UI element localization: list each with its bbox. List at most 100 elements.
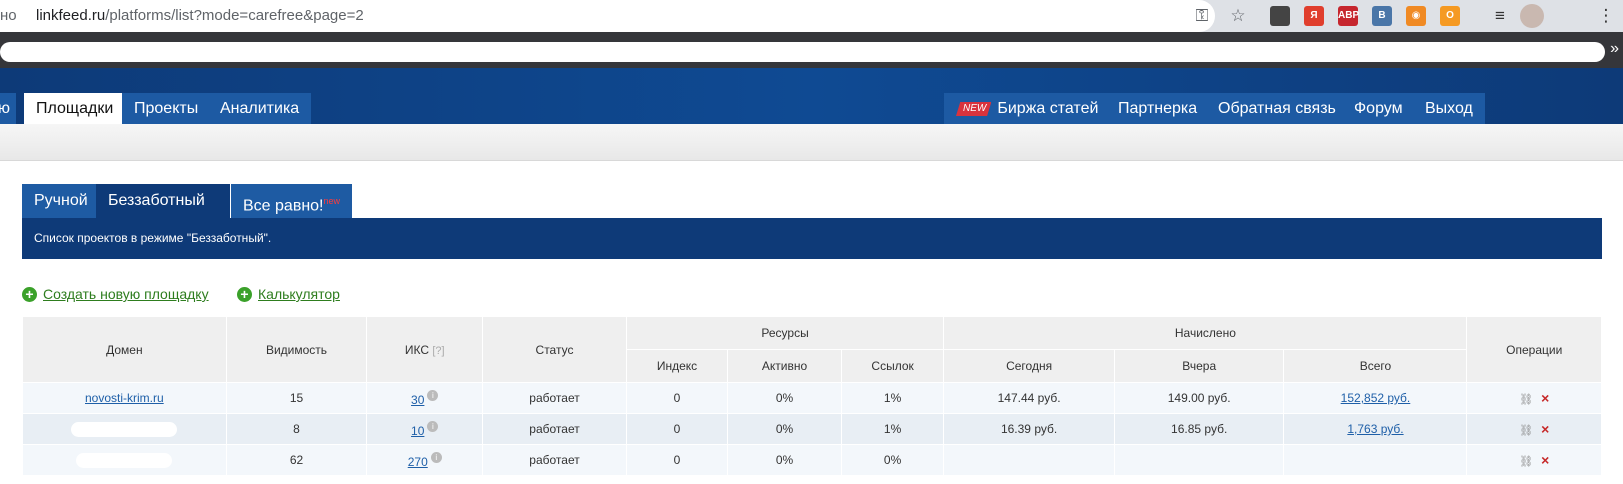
cell-links: 1% — [840, 413, 945, 445]
header-index: Индекс — [625, 349, 729, 383]
cell-today — [943, 444, 1115, 476]
cell-visibility: 62 — [225, 444, 368, 476]
odnoklassniki-icon[interactable]: О — [1440, 6, 1460, 26]
nav-tab-platforms[interactable]: Площадки — [24, 93, 126, 124]
header-iks: ИКС [?] — [366, 316, 484, 383]
cell-operations: ⛓ × — [1466, 413, 1602, 445]
cell-yesterday: 149.00 руб. — [1113, 382, 1285, 414]
menu-icon[interactable]: ⋮ — [1596, 6, 1616, 26]
header-accrued: Начислено — [943, 316, 1468, 350]
iks-link[interactable]: 270 — [408, 455, 428, 469]
header-status: Статус — [482, 316, 627, 383]
cell-total: 1,763 руб. — [1283, 413, 1468, 445]
cell-total — [1283, 444, 1468, 476]
nav-tab-partner[interactable]: Партнерка — [1106, 93, 1210, 124]
star-icon[interactable]: ☆ — [1228, 6, 1248, 26]
total-link[interactable]: 152,852 руб. — [1341, 391, 1411, 405]
cell-index: 0 — [625, 413, 729, 445]
cell-links: 1% — [840, 382, 945, 414]
vk-icon[interactable]: B — [1372, 6, 1392, 26]
mode-tab-manual[interactable]: Ручной — [22, 184, 100, 218]
delete-icon[interactable]: × — [1541, 390, 1549, 406]
cell-links: 0% — [840, 444, 945, 476]
new-sup: new — [323, 196, 341, 206]
key-icon[interactable]: ⚿ — [1192, 6, 1212, 26]
cell-active: 0% — [727, 444, 842, 476]
delete-icon[interactable]: × — [1541, 452, 1549, 468]
nav-tab-projects[interactable]: Проекты — [122, 93, 211, 124]
iks-link[interactable]: 30 — [411, 393, 424, 407]
info-icon: i — [427, 420, 439, 432]
adblock-icon[interactable]: ABP — [1338, 6, 1359, 26]
nav-tab-logout[interactable]: Выход — [1413, 93, 1485, 124]
nav-tab-partial[interactable]: ю — [0, 93, 16, 124]
cell-index: 0 — [625, 444, 729, 476]
link-icon[interactable]: ⛓ — [1519, 393, 1533, 406]
header-yesterday: Вчера — [1113, 349, 1285, 383]
cell-today: 16.39 руб. — [943, 413, 1115, 445]
calculator-link[interactable]: Калькулятор — [258, 286, 340, 302]
link-icon[interactable]: ⛓ — [1519, 424, 1533, 437]
table-row: novosti-krim.ru 15 30 i работает 0 0% 1% … — [22, 382, 1602, 414]
new-badge: NEW — [956, 102, 992, 116]
table-row: 62 270 i работает 0 0% 0% ⛓ × — [22, 444, 1602, 476]
nav-tab-article-exchange[interactable]: NEW Биржа статей — [944, 93, 1111, 124]
address-bar[interactable]: но linkfeed.ru/platforms/list?mode=caref… — [0, 0, 1215, 32]
platforms-table: Домен Видимость ИКС [?] Статус Ресурсы Н… — [22, 316, 1602, 476]
cell-active: 0% — [727, 413, 842, 445]
info-bar: Список проектов в режиме "Беззаботный". — [22, 218, 1602, 259]
info-text: Список проектов в режиме "Беззаботный". — [34, 231, 272, 245]
mode-tab-carefree[interactable]: Беззаботный — [96, 184, 230, 218]
cell-active: 0% — [727, 382, 842, 414]
cell-status: работает — [482, 382, 627, 414]
delete-icon[interactable]: × — [1541, 421, 1549, 437]
nav-tab-feedback[interactable]: Обратная связь — [1206, 93, 1348, 124]
iks-link[interactable]: 10 — [411, 424, 424, 438]
link-icon[interactable]: ⛓ — [1519, 455, 1533, 468]
cell-status: работает — [482, 413, 627, 445]
cell-iks: 10 i — [366, 413, 484, 445]
cell-status: работает — [482, 444, 627, 476]
iks-help-link[interactable]: [?] — [432, 345, 444, 357]
nav-tab-forum[interactable]: Форум — [1342, 93, 1415, 124]
cell-yesterday — [1113, 444, 1285, 476]
plus-icon[interactable]: + — [237, 287, 252, 302]
cell-iks: 30 i — [366, 382, 484, 414]
info-icon: i — [430, 451, 442, 463]
header-links: Ссылок — [840, 349, 945, 383]
bookmarks-more-icon[interactable]: » — [1610, 40, 1619, 58]
plus-icon[interactable]: + — [22, 287, 37, 302]
nav-tab-analytics[interactable]: Аналитика — [208, 93, 312, 124]
cell-domain — [22, 413, 227, 445]
mode-tab-whatever[interactable]: Все равно!new — [231, 184, 353, 218]
cell-iks: 270 i — [366, 444, 484, 476]
header-active: Активно — [727, 349, 842, 383]
cell-visibility: 8 — [225, 413, 368, 445]
domain-link[interactable]: novosti-krim.ru — [85, 391, 164, 405]
total-link[interactable]: 1,763 руб. — [1347, 422, 1403, 436]
yandex-icon[interactable]: Я — [1304, 6, 1324, 26]
cell-operations: ⛓ × — [1466, 444, 1602, 476]
url-text[interactable]: linkfeed.ru/platforms/list?mode=carefree… — [36, 7, 364, 24]
header-operations: Операции — [1466, 316, 1602, 383]
cell-index: 0 — [625, 382, 729, 414]
header-today: Сегодня — [943, 349, 1115, 383]
bookmarks-redacted — [0, 42, 1605, 62]
cell-domain — [22, 444, 227, 476]
table-row: 8 10 i работает 0 0% 1% 16.39 руб. 16.85 … — [22, 413, 1602, 445]
reading-list-icon[interactable]: ≡ — [1490, 6, 1510, 26]
profile-avatar[interactable] — [1520, 4, 1544, 28]
url-prefix: но — [0, 7, 17, 24]
cell-domain: novosti-krim.ru — [22, 382, 227, 414]
cell-yesterday: 16.85 руб. — [1113, 413, 1285, 445]
header-total: Всего — [1283, 349, 1468, 383]
ext-ink-icon[interactable] — [1270, 6, 1290, 26]
header-domain: Домен — [22, 316, 227, 383]
cell-operations: ⛓ × — [1466, 382, 1602, 414]
rss-icon[interactable]: ◉ — [1406, 6, 1426, 26]
cell-today: 147.44 руб. — [943, 382, 1115, 414]
redacted-domain — [76, 452, 173, 468]
header-resources: Ресурсы — [625, 316, 945, 350]
redacted-domain — [71, 421, 178, 437]
create-platform-link[interactable]: Создать новую площадку — [43, 286, 209, 302]
